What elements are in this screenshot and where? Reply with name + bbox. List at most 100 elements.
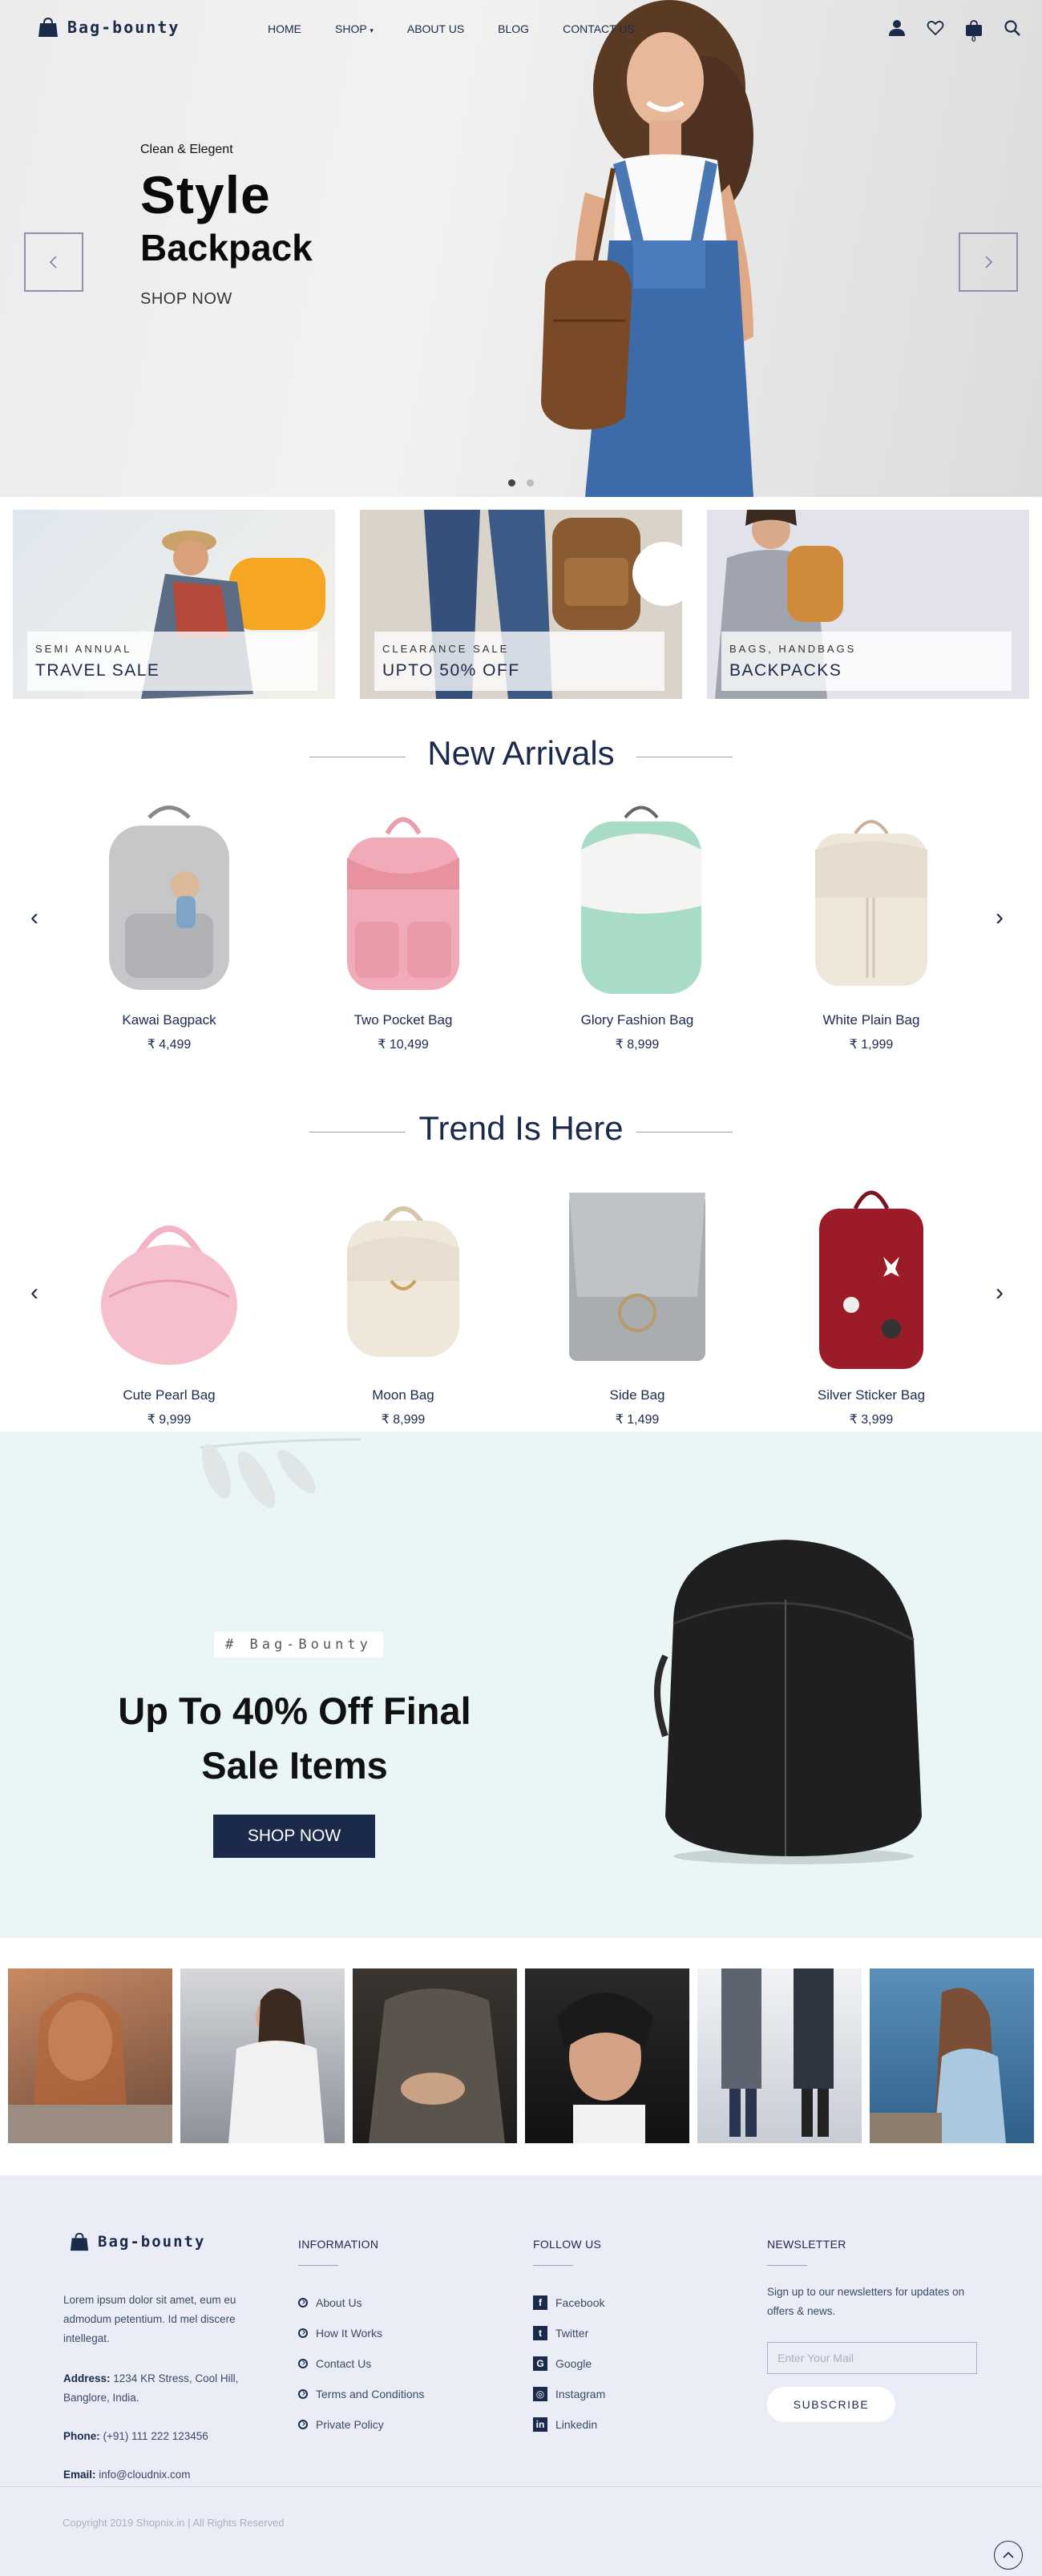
social-facebook[interactable]: f Facebook [533, 2287, 605, 2318]
product-card[interactable]: Two Pocket Bag ₹ 10,499 [311, 801, 495, 1052]
product-image [347, 817, 459, 990]
hero-dot-2[interactable] [527, 479, 534, 487]
copyright-text: Copyright 2019 Shopnix.in | All Rights R… [63, 2517, 285, 2529]
product-name: Moon Bag [372, 1387, 434, 1403]
social-label: Instagram [555, 2388, 606, 2400]
gallery-image[interactable] [870, 1968, 1034, 2143]
chevron-right-icon: › [996, 1279, 1004, 1306]
product-price: ₹ 1,999 [849, 1038, 894, 1052]
shopping-bag-icon [70, 2232, 89, 2251]
arrow-circle-icon [298, 2328, 308, 2338]
footer-address: Address: 1234 KR Stress, Cool Hill, Bang… [63, 2369, 272, 2408]
footer-divider [0, 2486, 1042, 2487]
hero-title-line2: Backpack [140, 227, 313, 269]
google-icon: G [533, 2356, 547, 2371]
chevron-left-icon: ‹ [30, 1279, 38, 1306]
phone-value: (+91) 111 222 123456 [103, 2430, 208, 2442]
newsletter-text: Sign up to our newsletters for updates o… [767, 2286, 965, 2317]
trend-prev-arrow[interactable]: ‹ [30, 1279, 38, 1306]
arrivals-next-arrow[interactable]: › [996, 904, 1004, 931]
product-card[interactable]: Kawai Bagpack ₹ 4,499 [77, 801, 261, 1052]
social-label: Google [555, 2357, 592, 2370]
product-image [347, 1206, 459, 1357]
nav-about[interactable]: ABOUT US [407, 22, 464, 35]
nav-shop[interactable]: SHOP ▾ [335, 22, 374, 35]
trend-next-arrow[interactable]: › [996, 1279, 1004, 1306]
social-linkedin[interactable]: in Linkedin [533, 2409, 605, 2440]
search-icon[interactable] [1004, 19, 1021, 37]
promo-label: SEMI ANNUAL TRAVEL SALE [27, 632, 317, 691]
footer-phone: Phone: (+91) 111 222 123456 [63, 2427, 208, 2446]
hero-dot-1[interactable] [508, 479, 515, 487]
promo-card-backpacks[interactable]: BAGS, HANDBAGS BACKPACKS [707, 510, 1029, 699]
arrow-circle-icon [298, 2389, 308, 2399]
leaf-decoration-icon [200, 1438, 361, 1508]
newsletter-title: NEWSLETTER [767, 2238, 846, 2251]
footer-link-label: About Us [316, 2296, 362, 2309]
product-card[interactable]: Glory Fashion Bag ₹ 8,999 [545, 801, 729, 1052]
phone-label: Phone: [63, 2430, 100, 2442]
product-price: ₹ 8,999 [381, 1413, 426, 1427]
product-card[interactable]: Side Bag ₹ 1,499 [545, 1177, 729, 1427]
sale-shop-now-button[interactable]: SHOP NOW [213, 1815, 375, 1858]
hero-prev-button[interactable] [24, 232, 83, 292]
social-twitter[interactable]: t Twitter [533, 2318, 605, 2348]
social-google[interactable]: G Google [533, 2348, 605, 2379]
product-price: ₹ 4,499 [147, 1038, 192, 1052]
information-links: About Us How It Works Contact Us Terms a… [298, 2287, 424, 2440]
footer-logo[interactable]: Bag-bounty [69, 2231, 205, 2252]
title-underline [767, 2265, 807, 2266]
product-name: Glory Fashion Bag [580, 1012, 694, 1028]
black-backpack-image [654, 1540, 922, 1864]
newsletter-email-input[interactable] [767, 2342, 977, 2374]
subscribe-button[interactable]: SUBSCRIBE [767, 2387, 895, 2422]
caret-down-icon: ▾ [370, 26, 374, 34]
social-label: Facebook [555, 2296, 605, 2309]
product-price: ₹ 3,999 [849, 1413, 894, 1427]
address-label: Address: [63, 2372, 111, 2384]
user-icon[interactable] [888, 19, 906, 37]
gallery-image[interactable] [353, 1968, 517, 2143]
gallery-image[interactable] [525, 1968, 689, 2143]
hero-next-button[interactable] [959, 232, 1018, 292]
brand-name: Bag-bounty [67, 18, 180, 37]
email-value[interactable]: info@cloudnix.com [99, 2469, 190, 2481]
instagram-icon: ◎ [533, 2387, 547, 2401]
footer-link-contact[interactable]: Contact Us [298, 2348, 424, 2379]
nav-blog[interactable]: BLOG [498, 22, 529, 35]
nav-shop-label: SHOP [335, 22, 367, 35]
email-label: Email: [63, 2469, 96, 2481]
product-card[interactable]: Cute Pearl Bag ₹ 9,999 [77, 1177, 261, 1427]
chevron-left-icon [49, 256, 57, 269]
product-price: ₹ 9,999 [147, 1413, 192, 1427]
footer-link-about[interactable]: About Us [298, 2287, 424, 2318]
promo-card-travel[interactable]: SEMI ANNUAL TRAVEL SALE [13, 510, 335, 699]
promo-title: TRAVEL SALE [35, 661, 160, 680]
heart-icon[interactable] [927, 19, 944, 37]
arrivals-prev-arrow[interactable]: ‹ [30, 904, 38, 931]
nav-home[interactable]: HOME [268, 22, 301, 35]
social-instagram[interactable]: ◎ Instagram [533, 2379, 605, 2409]
product-card[interactable]: Silver Sticker Bag ₹ 3,999 [779, 1177, 963, 1427]
cart-icon[interactable]: 0 [965, 19, 983, 44]
gallery-image[interactable] [180, 1968, 345, 2143]
hero-slider: Clean & Elegent Style Backpack SHOP NOW [0, 0, 1042, 497]
product-card[interactable]: White Plain Bag ₹ 1,999 [779, 801, 963, 1052]
title-underline [298, 2265, 338, 2266]
brand-logo[interactable]: Bag-bounty [37, 16, 180, 38]
nav-contact[interactable]: CONTACT US [563, 22, 635, 35]
product-card[interactable]: Moon Bag ₹ 8,999 [311, 1177, 495, 1427]
promo-card-clearance[interactable]: CLEARANCE SALE UPTO 50% OFF [360, 510, 682, 699]
trend-title: Trend Is Here [418, 1109, 624, 1147]
product-image [569, 1193, 705, 1361]
gallery-image[interactable] [697, 1968, 862, 2143]
scroll-to-top-button[interactable] [994, 2541, 1023, 2570]
gallery-image[interactable] [8, 1968, 172, 2143]
footer-link-terms[interactable]: Terms and Conditions [298, 2379, 424, 2409]
hero-shop-now-link[interactable]: SHOP NOW [140, 290, 232, 309]
footer-link-how[interactable]: How It Works [298, 2318, 424, 2348]
footer-link-privacy[interactable]: Private Policy [298, 2409, 424, 2440]
product-image [815, 820, 927, 986]
social-label: Linkedin [555, 2418, 598, 2431]
chevron-up-icon [1003, 2551, 1014, 2558]
